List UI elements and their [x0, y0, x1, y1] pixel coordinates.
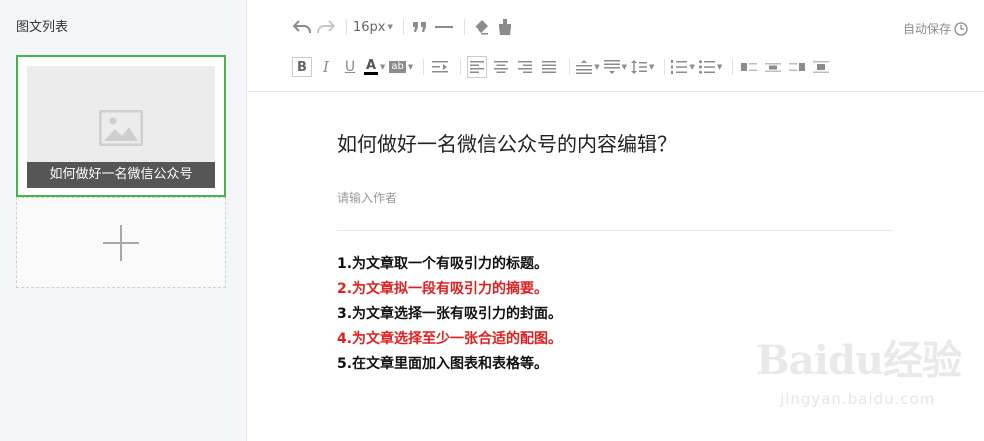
toolbar-separator: [732, 59, 734, 75]
background-color-label: ab: [389, 61, 406, 73]
paragraph-spacing-after-icon: [603, 60, 620, 74]
clear-format-icon[interactable]: [471, 16, 491, 38]
toolbar-separator: [402, 19, 404, 35]
spacing-before-dropdown[interactable]: ▼: [576, 56, 600, 78]
undo-icon[interactable]: [292, 16, 312, 38]
chevron-down-icon: ▼: [594, 63, 600, 71]
bold-button[interactable]: B: [292, 56, 312, 78]
ordered-list-dropdown[interactable]: ▼: [671, 56, 695, 78]
align-center-icon[interactable]: [491, 56, 511, 78]
align-right-icon[interactable]: [515, 56, 535, 78]
image-center-icon[interactable]: [811, 56, 831, 78]
align-justify-icon[interactable]: [539, 56, 559, 78]
font-color-swatch: [364, 72, 378, 75]
toolbar-separator: [423, 59, 425, 75]
background-color-dropdown[interactable]: ab ▼: [389, 56, 413, 78]
ordered-list-icon: [671, 60, 688, 74]
article-card-caption: 如何做好一名微信公众号: [27, 162, 215, 188]
toolbar-separator: [460, 59, 462, 75]
image-float-right-icon[interactable]: [787, 56, 807, 78]
watermark-text: Baidu经验: [756, 337, 962, 384]
editor-app: 图文列表 如何做好一名微信公众号 16px ▼ 自动保存 B I U A ▼ a…: [0, 0, 984, 441]
blockquote-icon[interactable]: [410, 16, 430, 38]
italic-label: I: [323, 58, 329, 76]
image-float-left-icon[interactable]: [739, 56, 759, 78]
article-card-selected[interactable]: 如何做好一名微信公众号: [16, 55, 226, 197]
font-size-dropdown[interactable]: 16px ▼: [353, 16, 393, 38]
body-line: 5.在文章里面加入图表和表格等。: [337, 356, 549, 372]
chevron-down-icon: ▼: [716, 63, 723, 71]
toolbar-row-1: 16px ▼: [292, 14, 519, 40]
image-inline-icon[interactable]: [763, 56, 783, 78]
plus-icon: [103, 225, 139, 261]
editor-toolbar: 16px ▼ 自动保存 B I U A ▼ ab ▼ ▼ ▼ ▼ ▼ ▼: [248, 0, 984, 92]
chevron-down-icon: ▼: [387, 23, 393, 31]
watermark-url: jingyan.baidu.com: [780, 390, 936, 408]
autosave-status: 自动保存: [903, 20, 968, 37]
horizontal-rule-icon[interactable]: [434, 16, 454, 38]
content-divider: [337, 230, 893, 231]
baidu-watermark: Baidu经验 jingyan.baidu.com: [756, 328, 966, 428]
line-height-dropdown[interactable]: ▼: [631, 56, 654, 78]
align-left-icon[interactable]: [467, 56, 488, 78]
underline-label: U: [344, 59, 356, 75]
toolbar-separator: [346, 19, 347, 35]
toolbar-row-2: B I U A ▼ ab ▼ ▼ ▼ ▼ ▼ ▼: [292, 54, 835, 80]
chevron-down-icon: ▼: [621, 63, 628, 71]
toolbar-separator: [569, 59, 571, 75]
chevron-down-icon: ▼: [689, 63, 695, 71]
font-color-dropdown[interactable]: A ▼: [364, 56, 385, 78]
indent-icon[interactable]: [430, 56, 450, 78]
autosave-label: 自动保存: [902, 22, 951, 36]
font-color-icon: A: [364, 59, 378, 75]
unordered-list-dropdown[interactable]: ▼: [698, 56, 723, 78]
author-input[interactable]: 请输入作者: [337, 189, 397, 206]
spacing-after-dropdown[interactable]: ▼: [603, 56, 628, 78]
body-line: 1.为文章取一个有吸引力的标题。: [337, 256, 549, 272]
article-list-panel: 图文列表 如何做好一名微信公众号: [0, 0, 247, 441]
bold-label: B: [292, 57, 312, 77]
add-article-button[interactable]: [16, 197, 226, 288]
line-height-icon: [631, 60, 648, 74]
article-list-title: 图文列表: [16, 20, 69, 35]
clock-icon: [954, 21, 968, 36]
body-line: 3.为文章选择一张有吸引力的封面。: [337, 306, 563, 322]
format-painter-icon[interactable]: [495, 16, 515, 38]
toolbar-separator: [463, 19, 465, 35]
underline-button[interactable]: U: [340, 56, 360, 78]
redo-icon[interactable]: [316, 16, 336, 38]
chevron-down-icon: ▼: [380, 63, 386, 71]
body-line: 4.为文章选择至少一张合适的配图。: [337, 331, 563, 347]
body-line: 2.为文章拟一段有吸引力的摘要。: [337, 281, 549, 297]
font-size-value: 16px: [353, 19, 386, 35]
paragraph-spacing-before-icon: [576, 60, 593, 74]
image-placeholder-icon: [99, 110, 143, 146]
font-color-label: A: [365, 58, 377, 73]
article-body[interactable]: 1.为文章取一个有吸引力的标题。 2.为文章拟一段有吸引力的摘要。 3.为文章选…: [337, 252, 562, 377]
article-title-input[interactable]: 如何做好一名微信公众号的内容编辑？: [337, 128, 677, 157]
chevron-down-icon: ▼: [649, 63, 655, 71]
toolbar-separator: [664, 59, 666, 75]
chevron-down-icon: ▼: [407, 63, 414, 71]
italic-button[interactable]: I: [316, 56, 336, 78]
unordered-list-icon: [698, 60, 715, 74]
article-cover-thumbnail: 如何做好一名微信公众号: [27, 66, 215, 188]
